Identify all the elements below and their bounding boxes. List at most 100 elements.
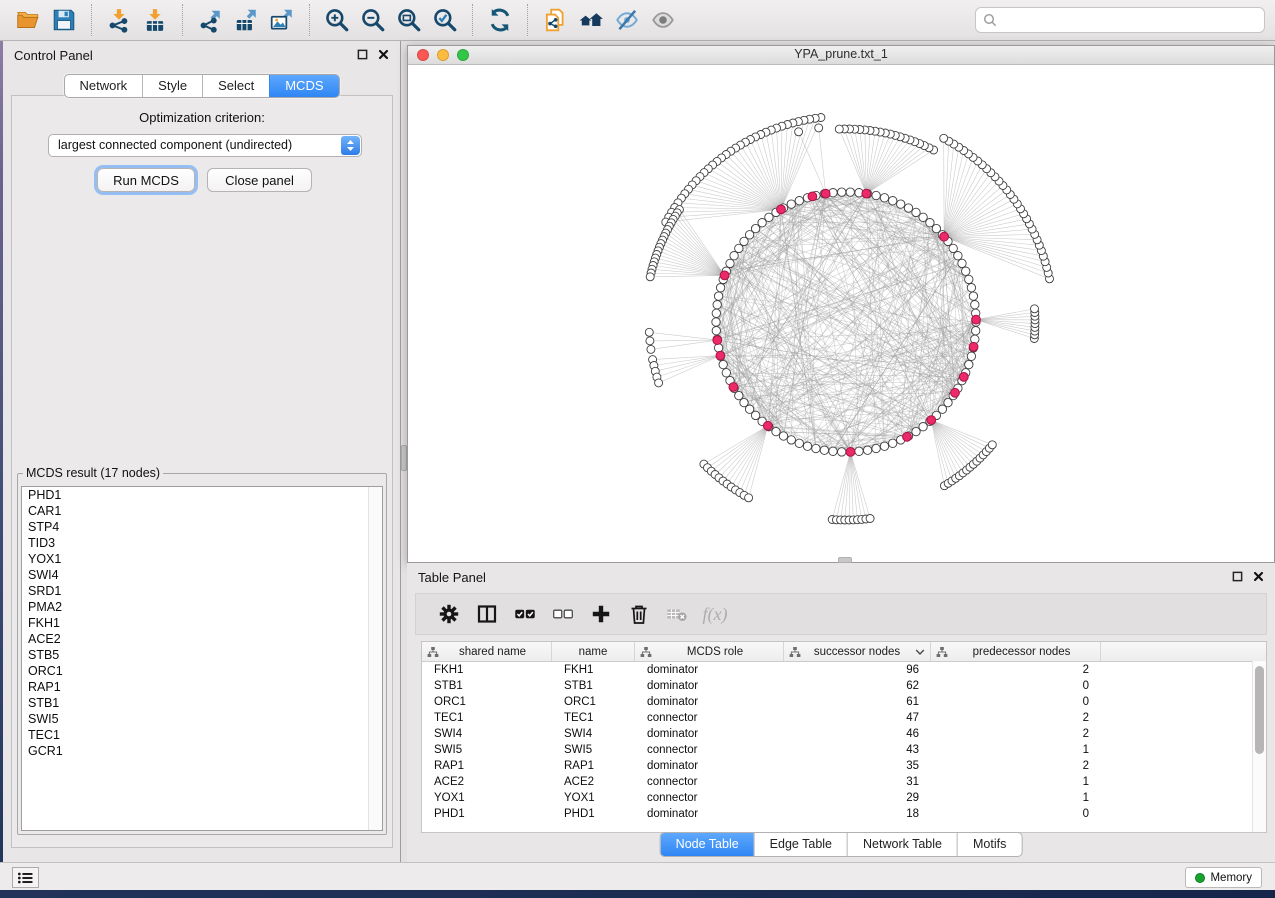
float-icon[interactable] [1231,570,1244,583]
network-node[interactable] [904,204,912,212]
network-node[interactable] [954,252,962,260]
network-leaf-node[interactable] [940,134,948,142]
network-leaf-node[interactable] [646,273,654,281]
minimize-light[interactable] [437,49,449,61]
column-header-name[interactable]: name [552,642,635,661]
network-node[interactable] [897,200,905,208]
mcds-result-item[interactable]: TID3 [22,535,382,551]
mcds-node[interactable] [927,416,936,425]
duplicate-network-icon[interactable] [537,4,573,36]
table-row[interactable]: SWI4SWI4dominator462 [422,726,1266,742]
tab-network[interactable]: Network [64,75,142,97]
zoom-out-icon[interactable] [355,4,391,36]
network-node[interactable] [829,447,837,455]
tab-select[interactable]: Select [202,75,269,97]
delete-icon[interactable] [620,598,658,630]
network-node[interactable] [712,327,720,335]
network-node[interactable] [787,200,795,208]
import-table-icon[interactable] [137,4,173,36]
mcds-node[interactable] [959,373,968,382]
zoom-selected-icon[interactable] [427,4,463,36]
mcds-result-item[interactable]: TEC1 [22,727,382,743]
column-header-mcds-role[interactable]: MCDS role [635,642,784,661]
network-leaf-node[interactable] [645,328,653,336]
network-node[interactable] [969,292,977,300]
network-leaf-node[interactable] [745,494,753,502]
network-node[interactable] [872,444,880,452]
mcds-result-item[interactable]: GCR1 [22,743,382,759]
tab-node-table[interactable]: Node Table [661,833,754,856]
table-row[interactable]: TEC1TEC1connector472 [422,710,1266,726]
network-node[interactable] [726,259,734,267]
network-node[interactable] [872,191,880,199]
mcds-list-scrollbar[interactable] [368,487,382,830]
network-leaf-node[interactable] [815,124,823,132]
mcds-node[interactable] [763,421,772,430]
float-icon[interactable] [356,48,369,61]
network-node[interactable] [712,318,720,326]
search-box[interactable] [975,7,1265,33]
zoom-in-icon[interactable] [319,4,355,36]
network-node[interactable] [735,244,743,252]
network-node[interactable] [962,267,970,275]
network-node[interactable] [880,442,888,450]
tab-edge-table[interactable]: Edge Table [754,833,847,856]
network-window-titlebar[interactable]: YPA_prune.txt_1 [408,46,1274,65]
network-node[interactable] [712,309,720,317]
network-node[interactable] [795,439,803,447]
network-node[interactable] [730,252,738,260]
export-network-icon[interactable] [192,4,228,36]
mcds-node[interactable] [821,189,830,198]
network-node[interactable] [820,446,828,454]
zoom-light[interactable] [457,49,469,61]
network-node[interactable] [863,446,871,454]
open-icon[interactable] [10,4,46,36]
network-node[interactable] [719,360,727,368]
network-node[interactable] [838,188,846,196]
close-light[interactable] [417,49,429,61]
tab-mcds[interactable]: MCDS [269,75,338,97]
network-node[interactable] [838,448,846,456]
table-row[interactable]: SWI5SWI5connector431 [422,742,1266,758]
run-mcds-button[interactable]: Run MCDS [97,168,195,192]
save-icon[interactable] [46,4,82,36]
table-row[interactable]: YOX1YOX1connector291 [422,790,1266,806]
network-node[interactable] [965,275,973,283]
mcds-node[interactable] [846,448,855,457]
mcds-result-item[interactable]: STB1 [22,695,382,711]
network-node[interactable] [714,292,722,300]
table-row[interactable]: PHD1PHD1dominator180 [422,806,1266,822]
table-scrollbar-thumb[interactable] [1255,666,1264,754]
mcds-result-item[interactable]: PHD1 [22,487,382,503]
mcds-node[interactable] [951,388,960,397]
mcds-node[interactable] [969,342,978,351]
table-row[interactable]: ACE2ACE2connector311 [422,774,1266,790]
mcds-result-item[interactable]: STB5 [22,647,382,663]
table-row[interactable]: RAP1RAP1dominator352 [422,758,1266,774]
export-image-icon[interactable] [264,4,300,36]
mcds-node[interactable] [808,192,817,201]
network-node[interactable] [713,301,721,309]
mcds-result-item[interactable]: SRD1 [22,583,382,599]
network-node[interactable] [855,447,863,455]
network-node[interactable] [972,327,980,335]
refresh-icon[interactable] [482,4,518,36]
close-icon[interactable] [1252,570,1265,583]
mcds-result-item[interactable]: FKH1 [22,615,382,631]
network-leaf-node[interactable] [647,345,655,353]
table-row[interactable]: STB1STB1dominator620 [422,678,1266,694]
network-node[interactable] [967,352,975,360]
network-node[interactable] [803,442,811,450]
network-node[interactable] [779,432,787,440]
network-leaf-node[interactable] [835,125,843,133]
mcds-node[interactable] [729,383,738,392]
mcds-result-item[interactable]: RAP1 [22,679,382,695]
network-leaf-node[interactable] [646,337,654,345]
table-scrollbar[interactable] [1252,661,1266,832]
network-node[interactable] [889,197,897,205]
column-header-predecessor-nodes[interactable]: predecessor nodes [931,642,1101,661]
network-node[interactable] [958,259,966,267]
network-node[interactable] [772,427,780,435]
table-row[interactable]: FKH1FKH1dominator962 [422,662,1266,678]
mcds-node[interactable] [777,205,786,214]
